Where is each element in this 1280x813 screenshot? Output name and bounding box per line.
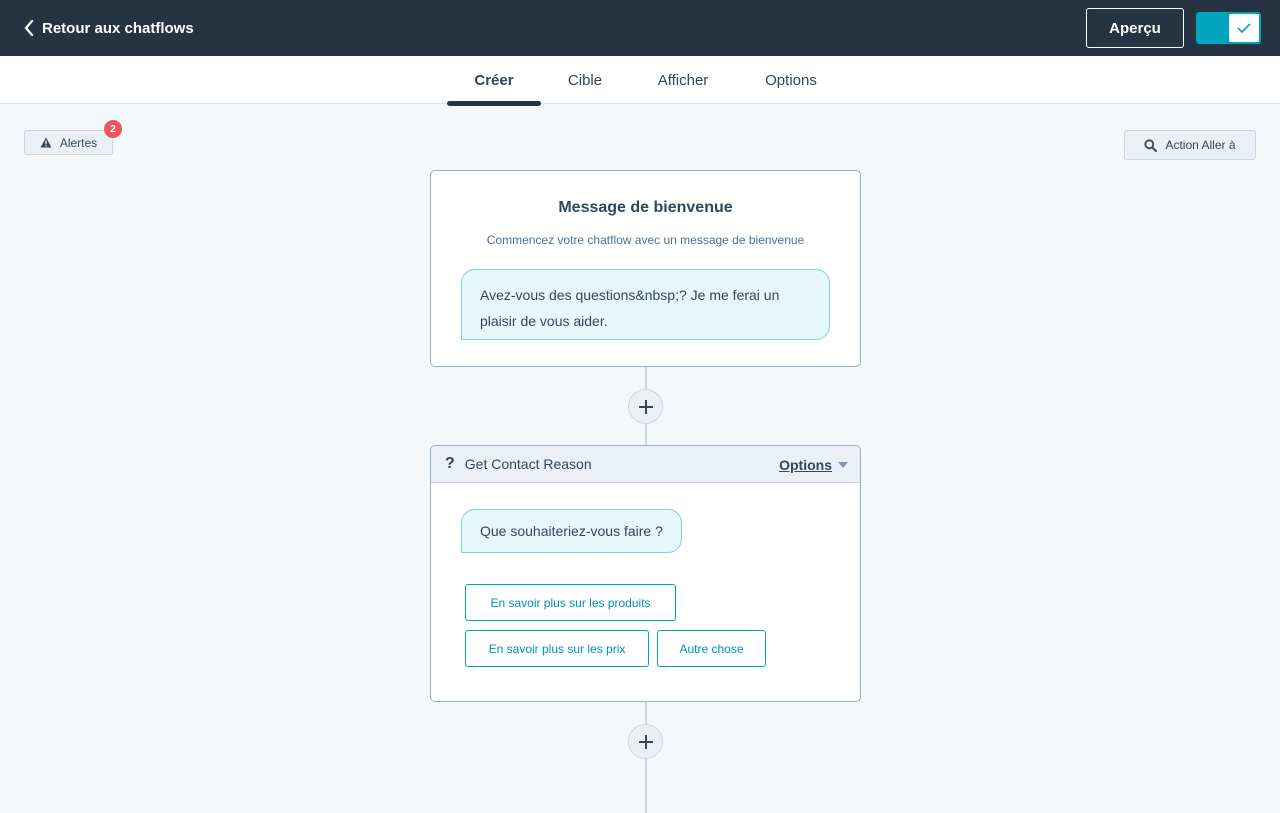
tab-options[interactable]: Options — [748, 56, 834, 104]
tab-display[interactable]: Afficher — [642, 56, 724, 104]
caret-down-icon — [838, 461, 848, 468]
goto-action-button[interactable]: Action Aller à — [1124, 130, 1256, 160]
welcome-card-subtitle: Commencez votre chatflow avec un message… — [486, 233, 805, 247]
add-action-button[interactable] — [628, 389, 663, 424]
tab-bar: Créer Cible Afficher Options — [0, 56, 1280, 106]
question-card[interactable]: ? Get Contact Reason Options Que souhait… — [430, 445, 861, 702]
tab-create[interactable]: Créer — [447, 56, 541, 106]
plus-icon — [638, 734, 653, 749]
add-action-button[interactable] — [628, 724, 663, 759]
search-icon — [1144, 138, 1158, 152]
warning-icon — [40, 137, 52, 148]
choice-button[interactable]: En savoir plus sur les produits — [465, 584, 676, 621]
question-card-title: Get Contact Reason — [464, 456, 592, 472]
checkmark-icon — [1237, 23, 1251, 33]
plus-icon — [638, 399, 653, 414]
chevron-left-icon — [24, 20, 34, 36]
welcome-card-title: Message de bienvenue — [558, 199, 733, 216]
welcome-message-card[interactable]: Message de bienvenue Commencez votre cha… — [430, 170, 861, 367]
question-icon: ? — [445, 455, 455, 472]
welcome-message-bubble: Avez-vous des questions&nbsp;? Je me fer… — [461, 269, 830, 340]
question-message-bubble: Que souhaiteriez-vous faire ? — [461, 509, 682, 553]
choice-button[interactable]: Autre chose — [657, 630, 766, 667]
options-label: Options — [779, 456, 832, 473]
back-link-label: Retour aux chatflows — [42, 19, 194, 37]
publish-toggle[interactable] — [1196, 12, 1261, 44]
back-to-chatflows-link[interactable]: Retour aux chatflows — [24, 0, 194, 56]
tab-target[interactable]: Cible — [551, 56, 619, 104]
preview-button[interactable]: Aperçu — [1086, 8, 1184, 48]
question-card-header: ? Get Contact Reason Options — [431, 446, 860, 483]
alerts-label: Alertes — [59, 135, 98, 150]
toggle-knob — [1229, 14, 1259, 42]
alerts-count-badge: 2 — [104, 120, 122, 138]
goto-action-label: Action Aller à — [1165, 138, 1236, 152]
top-bar: Retour aux chatflows Aperçu — [0, 0, 1280, 56]
alerts-button[interactable]: Alertes — [24, 130, 113, 155]
choice-button[interactable]: En savoir plus sur les prix — [465, 630, 649, 667]
question-options-dropdown[interactable]: Options — [779, 446, 848, 483]
